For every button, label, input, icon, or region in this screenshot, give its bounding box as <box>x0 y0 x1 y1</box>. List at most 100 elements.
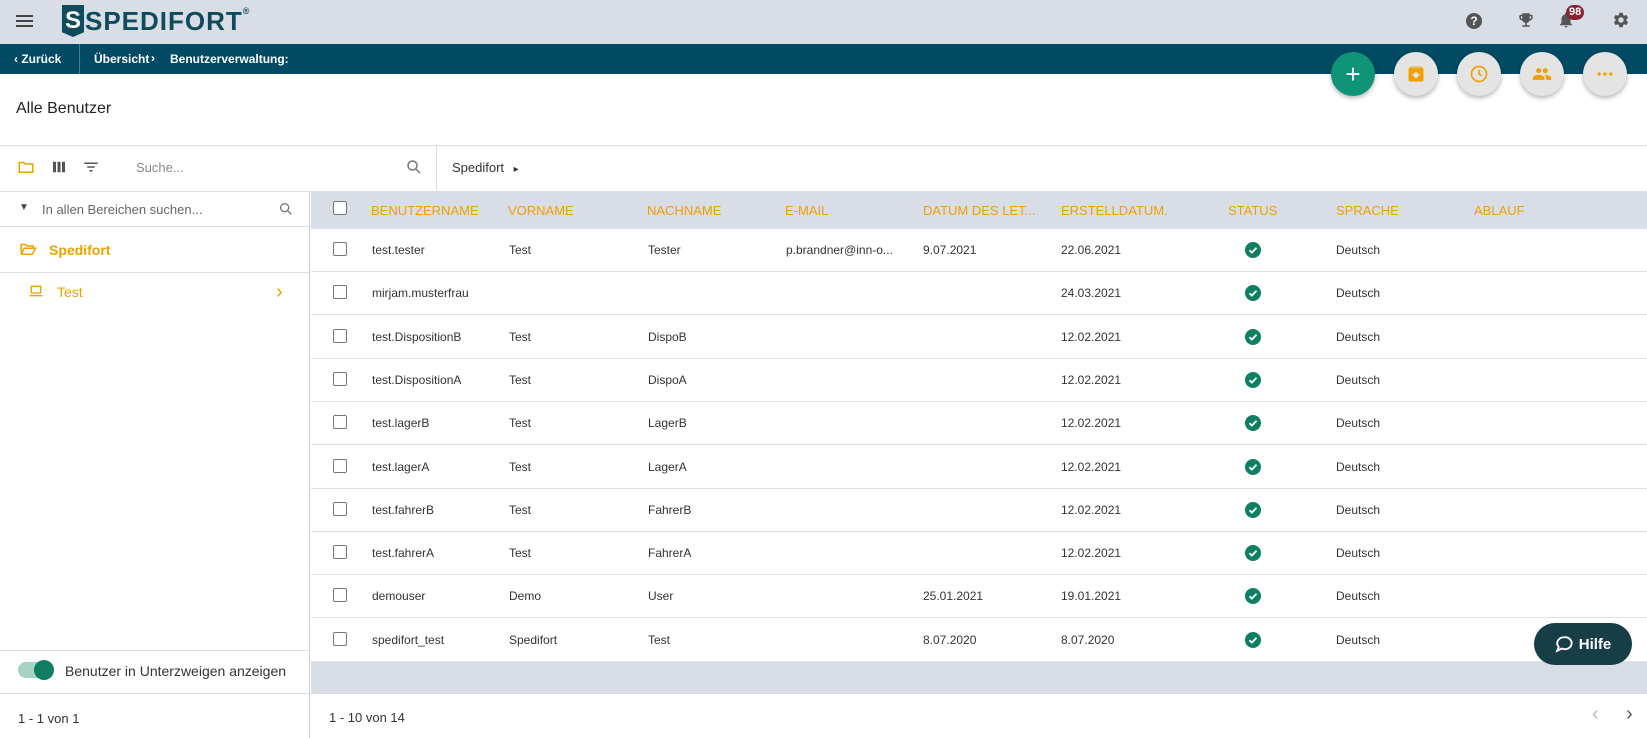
cell-created: 24.03.2021 <box>1061 286 1122 301</box>
table-row[interactable]: test.fahrerA Test FahrerA 12.02.2021 Deutsch <box>311 532 1647 576</box>
cell-username: test.fahrerA <box>372 546 435 561</box>
cell-username: demouser <box>372 589 426 604</box>
breadcrumb-user-management: Benutzerverwaltung: <box>170 52 289 66</box>
status-check-icon <box>1245 328 1261 345</box>
logo-mark: S <box>62 5 84 37</box>
cell-created: 12.02.2021 <box>1061 329 1122 344</box>
more-icon[interactable] <box>1583 52 1627 96</box>
logo[interactable]: S SPEDIFORT® <box>62 5 250 37</box>
row-checkbox[interactable] <box>333 415 347 430</box>
next-page-icon[interactable]: › <box>1626 703 1633 726</box>
search-icon[interactable] <box>405 158 423 181</box>
hamburger-menu-icon[interactable] <box>16 12 36 32</box>
table-footer-band <box>311 662 1647 694</box>
column-header-lastname[interactable]: NACHNAME <box>647 203 777 218</box>
cell-firstname: Test <box>509 329 532 344</box>
cell-username: test.DispositionA <box>372 372 462 387</box>
filter-icon[interactable] <box>82 158 100 181</box>
cell-firstname: Spedifort <box>509 632 558 647</box>
select-all-checkbox[interactable] <box>333 201 347 215</box>
cell-firstname: Test <box>509 416 532 431</box>
row-checkbox[interactable] <box>333 588 347 603</box>
cell-username: test.tester <box>372 243 425 257</box>
column-header-created[interactable]: ERSTELLDATUM... <box>1061 203 1169 218</box>
top-bar: S SPEDIFORT® ? 98 <box>0 0 1647 44</box>
row-checkbox[interactable] <box>333 242 347 256</box>
cell-username: test.fahrerB <box>372 502 435 517</box>
table-row[interactable]: test.lagerB Test LagerB 12.02.2021 Deutsch <box>311 402 1647 446</box>
row-checkbox[interactable] <box>333 545 347 560</box>
table-pagination: 1 - 10 von 14 <box>329 710 405 725</box>
row-checkbox[interactable] <box>333 371 347 386</box>
table-row[interactable]: mirjam.musterfrau 24.03.2021 Deutsch <box>311 272 1647 316</box>
cell-firstname: Test <box>509 459 532 474</box>
add-button[interactable]: + <box>1331 52 1375 96</box>
trophy-icon[interactable] <box>1517 11 1537 31</box>
archive-icon[interactable] <box>1394 52 1438 96</box>
search-input[interactable]: Suche... <box>136 160 184 175</box>
cell-created: 12.02.2021 <box>1061 546 1122 561</box>
columns-icon[interactable] <box>50 158 68 181</box>
column-header-last-login[interactable]: DATUM DES LET... <box>923 203 1049 218</box>
cell-username: mirjam.musterfrau <box>372 286 469 301</box>
table-row[interactable]: demouser Demo User 25.01.2021 19.01.2021 Deut… <box>311 575 1647 619</box>
column-header-email[interactable]: E-MAIL <box>785 203 915 218</box>
table-row[interactable]: test.tester Test Tester p.brandner@inn-o...… <box>311 229 1647 272</box>
cell-lastname: Tester <box>648 243 681 257</box>
cell-last-login: 9.07.2021 <box>923 243 977 257</box>
cell-created: 12.02.2021 <box>1061 416 1122 431</box>
cell-created: 22.06.2021 <box>1061 243 1122 257</box>
column-header-firstname[interactable]: VORNAME <box>508 203 638 218</box>
cell-lastname: User <box>648 589 674 604</box>
sidebar-search-input[interactable]: In allen Bereichen suchen... <box>42 202 202 217</box>
table-header: BENUTZERNAME VORNAME NACHNAME E-MAIL DAT… <box>311 192 1647 229</box>
subbranch-toggle[interactable] <box>18 660 54 680</box>
users-icon[interactable] <box>1520 52 1564 96</box>
logo-text: SPEDIFORT <box>85 5 243 36</box>
column-header-status[interactable]: STATUS <box>1228 203 1328 218</box>
folder-open-icon <box>18 240 38 263</box>
row-checkbox[interactable] <box>333 285 347 300</box>
chat-bubble-icon <box>1555 636 1573 653</box>
status-check-icon <box>1245 242 1261 258</box>
cell-language: Deutsch <box>1336 546 1381 561</box>
table-row[interactable]: test.fahrerB Test FahrerB 12.02.2021 Deutsch <box>311 489 1647 532</box>
help-icon[interactable]: ? <box>1464 11 1484 31</box>
search-icon[interactable] <box>278 201 294 222</box>
table-row[interactable]: test.lagerA Test LagerA 12.02.2021 Deutsch <box>311 446 1647 489</box>
cell-lastname: DispoA <box>648 372 687 387</box>
column-header-language[interactable]: SPRACHE <box>1336 203 1436 218</box>
sidebar-search[interactable]: ▼ In allen Bereichen suchen... <box>0 192 310 226</box>
back-button[interactable]: ‹ Zurück <box>14 52 61 66</box>
status-check-icon <box>1245 631 1261 648</box>
table-row[interactable]: test.DispositionB Test DispoB 12.02.2021 Deu… <box>311 316 1647 359</box>
sidebar-item-test[interactable]: Test › <box>0 272 310 312</box>
row-checkbox[interactable] <box>333 328 347 343</box>
caret-right-icon: ▸ <box>513 164 519 175</box>
row-checkbox[interactable] <box>333 458 347 473</box>
sidebar-item-spedifort[interactable]: Spedifort <box>0 230 310 270</box>
folder-breadcrumb[interactable]: Spedifort ▸ <box>452 160 519 175</box>
cell-lastname: FahrerB <box>648 502 692 517</box>
row-checkbox[interactable] <box>333 501 347 516</box>
clock-icon[interactable] <box>1457 52 1501 96</box>
caret-down-icon: ▼ <box>19 202 29 213</box>
cell-firstname: Demo <box>509 589 542 604</box>
gear-icon[interactable] <box>1612 11 1632 31</box>
chevron-right-icon[interactable]: › <box>276 281 283 304</box>
cell-language: Deutsch <box>1336 632 1381 647</box>
column-header-username[interactable]: BENUTZERNAME <box>371 203 501 218</box>
cell-language: Deutsch <box>1336 329 1381 344</box>
cell-language: Deutsch <box>1336 243 1381 257</box>
cell-created: 12.02.2021 <box>1061 372 1122 387</box>
row-checkbox[interactable] <box>333 631 347 646</box>
bell-icon[interactable]: 98 <box>1557 5 1585 31</box>
previous-page-icon[interactable]: ‹ <box>1592 703 1599 726</box>
status-check-icon <box>1245 588 1261 605</box>
help-button[interactable]: Hilfe <box>1534 623 1632 665</box>
column-header-expiry[interactable]: ABLAUF <box>1474 203 1574 218</box>
table-row[interactable]: test.DispositionA Test DispoA 12.02.2021 Deu… <box>311 359 1647 402</box>
folder-icon[interactable] <box>16 158 36 181</box>
table-row[interactable]: spedifort_test Spedifort Test 8.07.2020 8.07… <box>311 619 1647 662</box>
breadcrumb-overview[interactable]: Übersicht <box>94 52 149 66</box>
